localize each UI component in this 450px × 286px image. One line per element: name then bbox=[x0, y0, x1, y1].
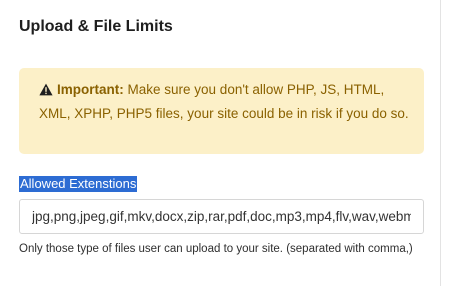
allowed-extensions-label: Allowed Extenstions bbox=[19, 176, 138, 192]
warning-notice: Important: Make sure you don't allow PHP… bbox=[19, 68, 424, 154]
notice-important-label: Important: bbox=[57, 82, 124, 97]
allowed-extensions-help: Only those type of files user can upload… bbox=[19, 243, 413, 255]
panel-divider bbox=[440, 0, 441, 286]
section-title: Upload & File Limits bbox=[19, 18, 173, 35]
allowed-extensions-input[interactable] bbox=[19, 199, 424, 234]
warning-triangle-icon bbox=[39, 81, 53, 103]
